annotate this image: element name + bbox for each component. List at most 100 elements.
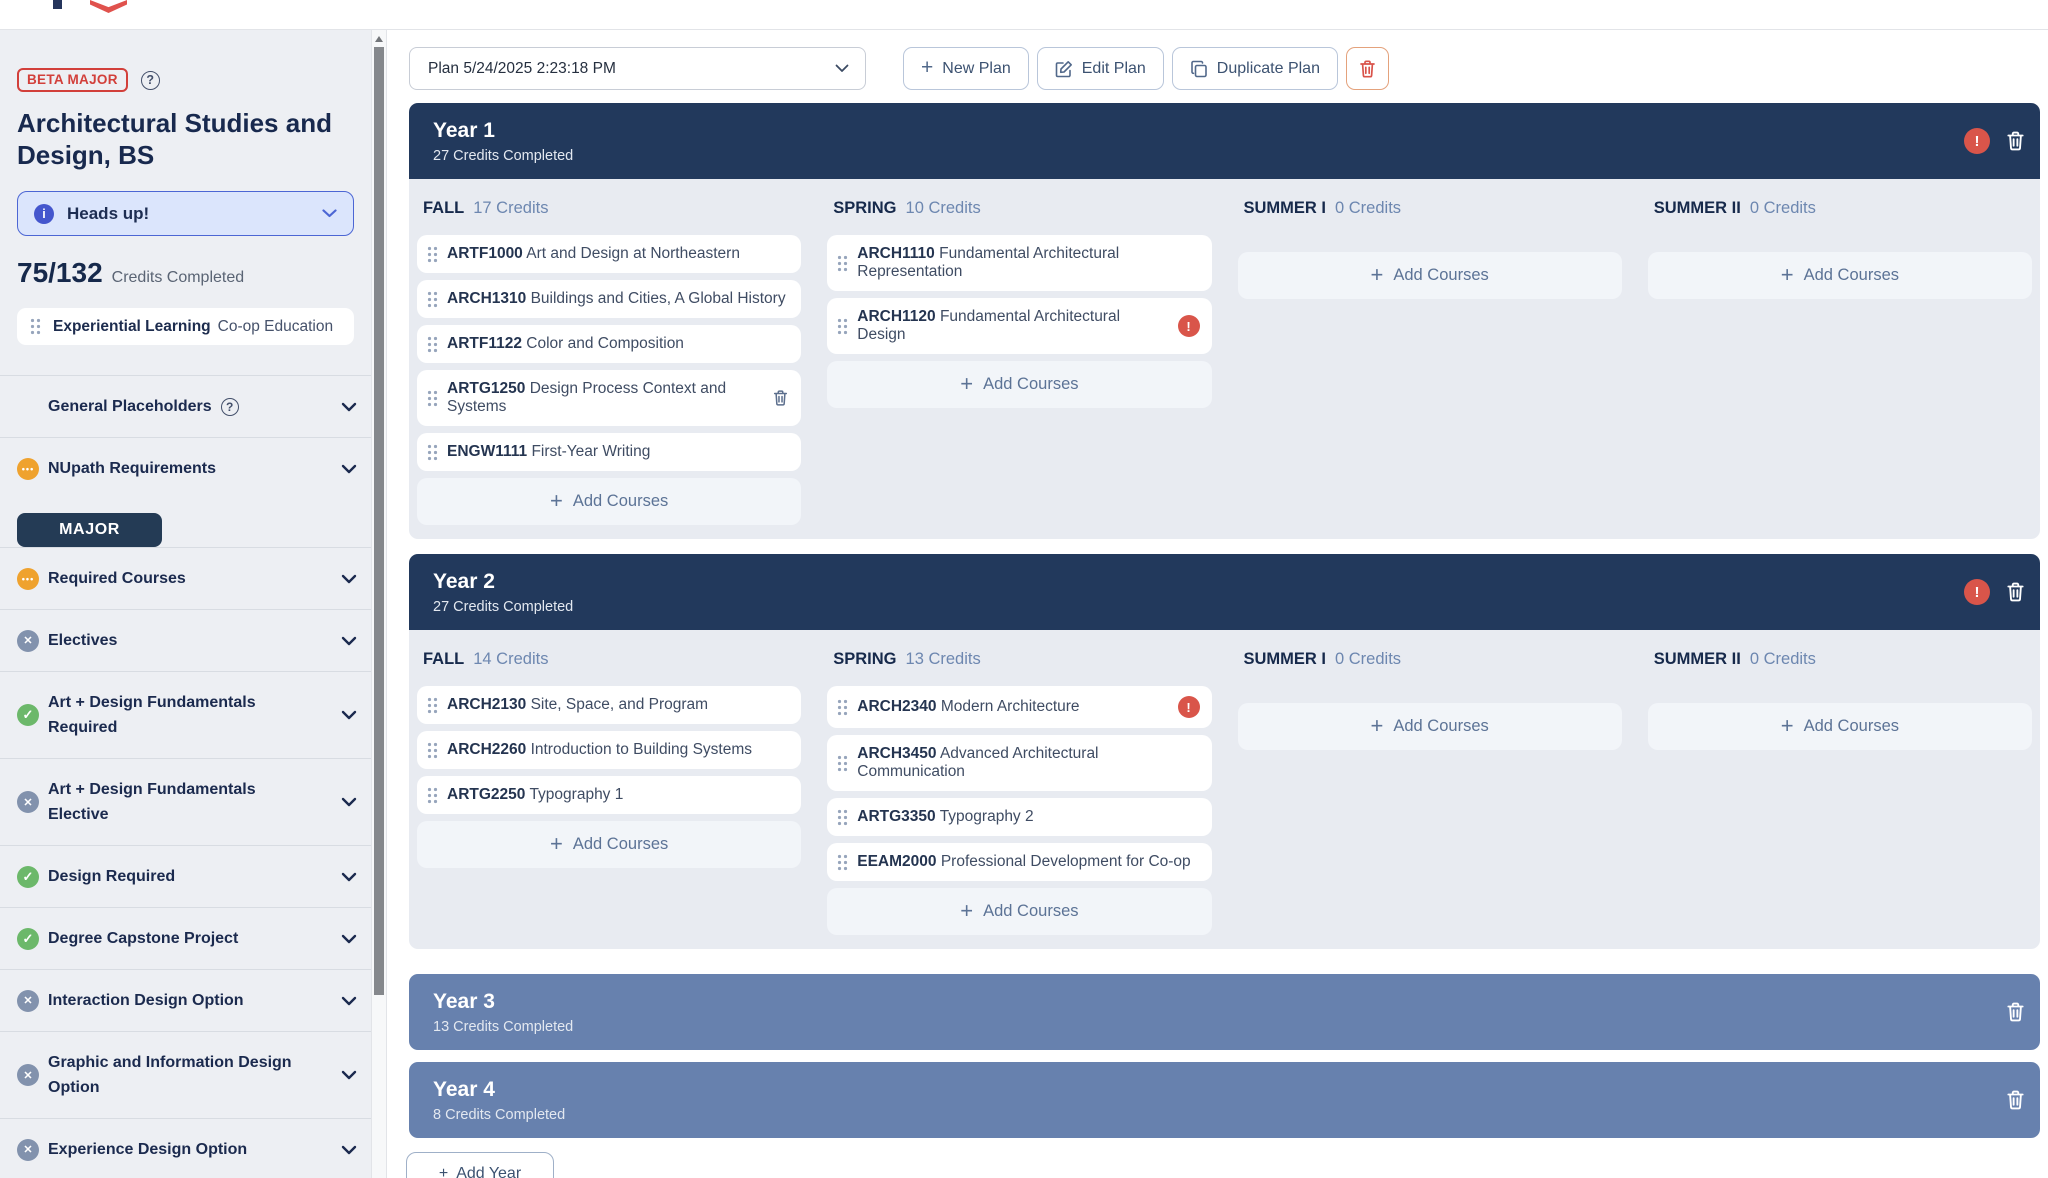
term-name: SUMMER I xyxy=(1244,650,1327,669)
drag-handle-icon[interactable] xyxy=(827,699,857,716)
status-not-met-icon: ✕ xyxy=(17,1139,39,1161)
drag-handle-icon[interactable] xyxy=(417,444,447,461)
term-summer-2: SUMMER II 0 Credits + Add Courses xyxy=(1648,189,2032,525)
credits-label: Credits Completed xyxy=(112,269,245,287)
course-code: ARTG2250 xyxy=(447,786,525,803)
trash-icon[interactable] xyxy=(772,389,789,407)
help-icon[interactable]: ? xyxy=(221,398,239,416)
status-not-met-icon: ✕ xyxy=(17,630,39,652)
course-card[interactable]: ARCH3450 Advanced Architectural Communic… xyxy=(827,735,1211,791)
drag-handle-icon[interactable] xyxy=(417,697,447,714)
trash-icon[interactable] xyxy=(2005,1001,2026,1023)
credits-summary: 75/132 Credits Completed xyxy=(17,257,354,289)
warning-icon[interactable]: ! xyxy=(1964,128,1990,154)
sidebar-item-experience-design-option[interactable]: ✕ Experience Design Option xyxy=(0,1118,371,1178)
new-plan-button[interactable]: + New Plan xyxy=(903,47,1029,90)
trash-icon[interactable] xyxy=(2005,130,2026,152)
course-card[interactable]: ENGW1111 First-Year Writing xyxy=(417,433,801,471)
course-card[interactable]: ARTF1000 Art and Design at Northeastern xyxy=(417,235,801,273)
warning-icon[interactable]: ! xyxy=(1178,696,1200,718)
drag-handle-icon[interactable] xyxy=(17,318,53,335)
term-name: SPRING xyxy=(833,199,896,218)
drag-handle-icon[interactable] xyxy=(417,336,447,353)
course-title: Modern Architecture xyxy=(941,698,1080,715)
course-card[interactable]: ARCH2130 Site, Space, and Program xyxy=(417,686,801,724)
sidebar-item-nupath-requirements[interactable]: ••• NUpath Requirements xyxy=(0,437,371,499)
chevron-down-icon xyxy=(341,934,357,944)
sidebar-item-art-design-fundamentals-elective[interactable]: ✕ Art + Design Fundamentals Elective xyxy=(0,758,371,845)
status-in-progress-icon: ••• xyxy=(17,568,39,590)
year-3-header[interactable]: Year 3 13 Credits Completed xyxy=(409,974,2040,1050)
term-credits: 0 Credits xyxy=(1750,199,1816,218)
drag-handle-icon[interactable] xyxy=(827,255,857,272)
delete-plan-button[interactable] xyxy=(1346,47,1389,90)
plan-toolbar: Plan 5/24/2025 2:23:18 PM + New Plan Edi… xyxy=(409,47,2040,90)
warning-icon[interactable]: ! xyxy=(1964,579,1990,605)
beta-major-badge: BETA MAJOR xyxy=(17,68,128,92)
sidebar-item-degree-capstone-project[interactable]: ✓ Degree Capstone Project xyxy=(0,907,371,969)
drag-handle-icon[interactable] xyxy=(417,291,447,308)
drag-handle-icon[interactable] xyxy=(417,390,447,407)
top-app-bar xyxy=(0,0,2048,30)
sidebar-item-art-design-fundamentals-required[interactable]: ✓ Art + Design Fundamentals Required xyxy=(0,671,371,758)
add-courses-button[interactable]: + Add Courses xyxy=(417,478,801,525)
duplicate-plan-button[interactable]: Duplicate Plan xyxy=(1172,47,1338,90)
add-courses-button[interactable]: + Add Courses xyxy=(1648,252,2032,299)
plan-select[interactable]: Plan 5/24/2025 2:23:18 PM xyxy=(409,47,866,90)
scrollbar-thumb[interactable] xyxy=(374,47,384,995)
sidebar-item-required-courses[interactable]: ••• Required Courses xyxy=(0,547,371,609)
course-card[interactable]: ARCH1110 Fundamental Architectural Repre… xyxy=(827,235,1211,291)
sidebar-item-design-required[interactable]: ✓ Design Required xyxy=(0,845,371,907)
course-card[interactable]: ARCH1310 Buildings and Cities, A Global … xyxy=(417,280,801,318)
course-card[interactable]: EEAM2000 Professional Development for Co… xyxy=(827,843,1211,881)
course-card[interactable]: ARTF1122 Color and Composition xyxy=(417,325,801,363)
trash-icon[interactable] xyxy=(2005,581,2026,603)
warning-icon[interactable]: ! xyxy=(1178,315,1200,337)
course-card[interactable]: ARCH1120 Fundamental Architectural Desig… xyxy=(827,298,1211,354)
course-code: ARCH1120 xyxy=(857,308,935,325)
add-courses-button[interactable]: + Add Courses xyxy=(1238,252,1622,299)
trash-icon[interactable] xyxy=(2005,1089,2026,1111)
add-courses-button[interactable]: + Add Courses xyxy=(1648,703,2032,750)
info-icon: i xyxy=(34,204,54,224)
year-4-header[interactable]: Year 4 8 Credits Completed xyxy=(409,1062,2040,1138)
add-courses-button[interactable]: + Add Courses xyxy=(827,361,1211,408)
chevron-down-icon xyxy=(341,872,357,882)
course-code: ARTG1250 xyxy=(447,380,525,397)
course-card[interactable]: ARTG1250 Design Process Context and Syst… xyxy=(417,370,801,426)
drag-handle-icon[interactable] xyxy=(417,246,447,263)
drag-handle-icon[interactable] xyxy=(827,809,857,826)
drag-handle-icon[interactable] xyxy=(417,787,447,804)
heads-up-label: Heads up! xyxy=(67,204,309,224)
experiential-learning-card[interactable]: Experiential Learning Co-op Education xyxy=(17,308,354,345)
app-logo xyxy=(53,0,62,9)
drag-handle-icon[interactable] xyxy=(827,854,857,871)
help-icon[interactable]: ? xyxy=(141,71,160,90)
term-credits: 10 Credits xyxy=(906,199,981,218)
drag-handle-icon[interactable] xyxy=(417,742,447,759)
drag-handle-icon[interactable] xyxy=(827,318,857,335)
term-summer-1: SUMMER I 0 Credits + Add Courses xyxy=(1238,640,1622,935)
add-courses-button[interactable]: + Add Courses xyxy=(417,821,801,868)
year-1-header[interactable]: Year 1 27 Credits Completed ! xyxy=(409,103,2040,179)
sidebar-item-electives[interactable]: ✕ Electives xyxy=(0,609,371,671)
year-2-header[interactable]: Year 2 27 Credits Completed ! xyxy=(409,554,2040,630)
heads-up-banner[interactable]: i Heads up! xyxy=(17,191,354,236)
term-credits: 14 Credits xyxy=(473,650,548,669)
term-fall: FALL 14 Credits ARCH2130 Site, Space, an… xyxy=(417,640,801,935)
sidebar-item-general-placeholders[interactable]: General Placeholders ? xyxy=(0,375,371,437)
course-card[interactable]: ARCH2340 Modern Architecture ! xyxy=(827,686,1211,728)
plus-icon: + xyxy=(439,1165,448,1178)
scroll-up-arrow[interactable] xyxy=(375,36,383,42)
add-year-button[interactable]: + Add Year xyxy=(406,1152,554,1178)
sidebar-item-interaction-design-option[interactable]: ✕ Interaction Design Option xyxy=(0,969,371,1031)
chevron-down-icon xyxy=(341,1145,357,1155)
add-courses-button[interactable]: + Add Courses xyxy=(1238,703,1622,750)
add-courses-button[interactable]: + Add Courses xyxy=(827,888,1211,935)
sidebar-item-graphic-information-design-option[interactable]: ✕ Graphic and Information Design Option xyxy=(0,1031,371,1118)
edit-plan-button[interactable]: Edit Plan xyxy=(1037,47,1164,90)
course-card[interactable]: ARTG2250 Typography 1 xyxy=(417,776,801,814)
course-card[interactable]: ARTG3350 Typography 2 xyxy=(827,798,1211,836)
drag-handle-icon[interactable] xyxy=(827,755,857,772)
course-card[interactable]: ARCH2260 Introduction to Building System… xyxy=(417,731,801,769)
